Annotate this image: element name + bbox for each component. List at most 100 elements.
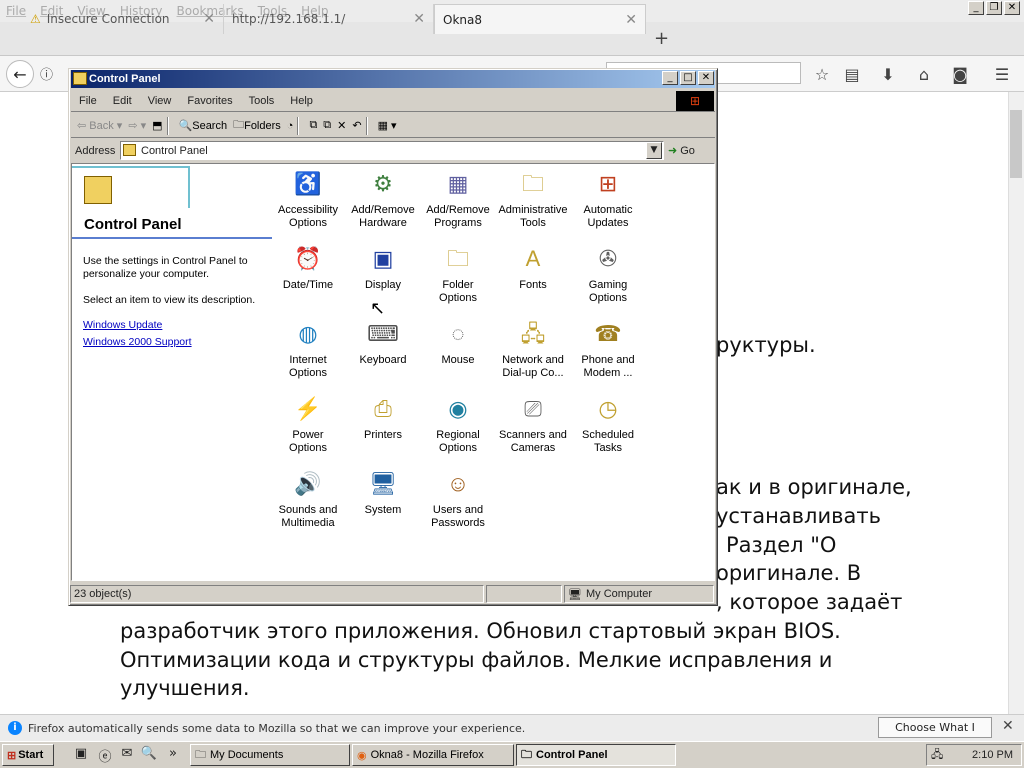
close-tab-icon[interactable]: ✕: [203, 11, 215, 27]
cp-item-label-line2: Options: [589, 292, 627, 304]
address-dropdown-button[interactable]: ▼: [646, 142, 662, 159]
show-desktop-icon[interactable]: ▣: [72, 746, 90, 764]
cp-menu-help[interactable]: Help: [290, 95, 313, 107]
taskbar-my-documents[interactable]: 🗀 My Documents: [190, 744, 350, 766]
back-arrow-icon[interactable]: ←: [6, 60, 34, 88]
cp-item[interactable]: ☺ Users and Passwords: [423, 468, 493, 530]
cp-toolbar: ⇦ Back ▾ ⇨ ▾ ⬒ 🔍 Search 🗀 Folders ◔ ⧉ ⧉ ✕ …: [71, 114, 715, 138]
cp-item-label-line2: Hardware: [359, 217, 407, 229]
cp-item[interactable]: 🖧 Network and Dial-up Co...: [498, 318, 568, 380]
search-icon[interactable]: 🔍: [140, 746, 158, 764]
cp-menu-view[interactable]: View: [148, 95, 172, 107]
close-button[interactable]: ✕: [698, 71, 714, 85]
close-icon[interactable]: ✕: [1002, 718, 1014, 734]
control-panel-titlebar[interactable]: Control Panel: [71, 70, 715, 88]
cp-item[interactable]: ⚡ Power Options: [273, 393, 343, 455]
close-tab-icon[interactable]: ✕: [625, 12, 637, 28]
go-button[interactable]: ➜ Go: [668, 141, 710, 160]
network-tray-icon[interactable]: 🖧: [931, 746, 943, 765]
up-folder-icon[interactable]: ⬒: [152, 119, 162, 132]
cp-item[interactable]: ⎙ Printers: [348, 393, 418, 442]
address-value: Control Panel: [141, 144, 208, 157]
outlook-express-icon[interactable]: ✉: [118, 746, 136, 764]
cp-menu-tools[interactable]: Tools: [249, 95, 275, 107]
cp-item[interactable]: ◷ Scheduled Tasks: [573, 393, 643, 455]
windows-flag-icon: ⊞: [7, 749, 17, 762]
delete-icon[interactable]: ✕: [337, 119, 346, 132]
internet-explorer-icon[interactable]: ⓔ: [96, 746, 114, 765]
cp-menu-file[interactable]: File: [79, 95, 97, 107]
taskbar-control-panel[interactable]: 🗀 Control Panel: [516, 744, 676, 766]
cp-item-label: Gaming: [588, 279, 628, 291]
cp-item[interactable]: ◉ Regional Options: [423, 393, 493, 455]
cp-item[interactable]: ⏰ Date/Time: [273, 243, 343, 292]
close-button[interactable]: ✕: [1004, 1, 1020, 15]
cp-menu-favorites[interactable]: Favorites: [187, 95, 232, 107]
cp-item[interactable]: ✇ Gaming Options: [573, 243, 643, 305]
gaming-icon: ✇: [598, 246, 618, 271]
cp-item[interactable]: ◌ Mouse: [423, 318, 493, 367]
address-input[interactable]: Control Panel: [120, 141, 664, 160]
cp-item[interactable]: ☎ Phone and Modem ...: [573, 318, 643, 380]
views-icon[interactable]: ▦ ▾: [378, 119, 397, 132]
cp-item[interactable]: ⚙ Add/Remove Hardware: [348, 168, 418, 230]
cp-item[interactable]: A Fonts: [498, 243, 568, 292]
go-arrow-icon: ➜: [668, 145, 678, 157]
cp-menu-edit[interactable]: Edit: [113, 95, 132, 107]
cp-item-label: Internet: [289, 354, 327, 366]
hamburger-menu-icon[interactable]: ☰: [990, 62, 1014, 86]
close-tab-icon[interactable]: ✕: [413, 11, 425, 27]
bookmark-star-icon[interactable]: ☆: [810, 62, 834, 86]
home-icon[interactable]: ⌂: [912, 62, 936, 86]
cp-item[interactable]: ⊞ Automatic Updates: [573, 168, 643, 230]
cp-item[interactable]: 🗀 Folder Options: [423, 243, 493, 305]
cp-item-label: Accessibility: [278, 204, 338, 216]
forward-button[interactable]: ⇨ ▾: [128, 119, 146, 132]
history-icon[interactable]: ◔: [287, 120, 294, 132]
pocket-icon[interactable]: ◙: [948, 62, 972, 86]
choose-what-i-share-button[interactable]: Choose What I Share: [878, 717, 992, 753]
copy-to-icon[interactable]: ⧉: [323, 119, 331, 132]
start-button[interactable]: ⊞ Start: [2, 744, 54, 766]
cp-item[interactable]: ◍ Internet Options: [273, 318, 343, 380]
admin-tools-icon: 🗀: [521, 171, 544, 196]
undo-icon[interactable]: ↶: [352, 119, 361, 132]
cp-item[interactable]: ⎚ Scanners and Cameras: [498, 393, 568, 455]
reading-list-icon[interactable]: ▤: [840, 62, 864, 86]
chevron-icon[interactable]: »: [164, 746, 182, 764]
cp-item[interactable]: ▦ Add/Remove Programs: [423, 168, 493, 230]
windows-update-link[interactable]: Windows Update: [83, 319, 162, 331]
cp-item[interactable]: 🗀 Administrative Tools: [498, 168, 568, 230]
minimize-button[interactable]: _: [662, 71, 678, 85]
tab-insecure-connection[interactable]: ⚠ Insecure Connection ✕: [22, 4, 224, 34]
back-button[interactable]: ⇦ Back ▾: [77, 119, 122, 133]
cp-item-label-line2: Tasks: [593, 442, 623, 454]
cp-item[interactable]: ▣ Display: [348, 243, 418, 292]
windows-2000-support-link[interactable]: Windows 2000 Support: [83, 336, 192, 348]
scrollbar-thumb[interactable]: [1010, 110, 1022, 178]
separator: [166, 116, 169, 135]
page-scrollbar[interactable]: [1008, 92, 1024, 714]
search-button[interactable]: 🔍 Search: [179, 119, 228, 133]
folders-button[interactable]: 🗀 Folders: [233, 116, 281, 135]
cp-item[interactable]: 🔊 Sounds and Multimedia: [273, 468, 343, 530]
new-tab-icon[interactable]: +: [654, 28, 669, 49]
cp-item-label: Printers: [364, 429, 402, 441]
tab-okna8[interactable]: Okna8 ✕: [434, 4, 646, 34]
cp-item[interactable]: 🖥 System: [348, 468, 418, 517]
info-icon[interactable]: ⓘ: [40, 64, 53, 83]
info-icon: i: [8, 721, 22, 735]
restore-button[interactable]: ❐: [986, 1, 1002, 15]
cp-item[interactable]: ⌨ Keyboard: [348, 318, 418, 367]
maximize-button[interactable]: □: [680, 71, 696, 85]
downloads-icon[interactable]: ⬇: [876, 62, 900, 86]
taskbar-firefox[interactable]: ◉ Okna8 - Mozilla Firefox: [352, 744, 514, 766]
firefox-window-controls: _ ❐ ✕: [968, 1, 1020, 15]
move-to-icon[interactable]: ⧉: [309, 119, 317, 132]
info-pane-title: Control Panel: [84, 216, 182, 233]
cp-item[interactable]: ♿ Accessibility Options: [273, 168, 343, 230]
hardware-icon: ⚙: [373, 171, 393, 196]
tab-router[interactable]: http://192.168.1.1/ ✕: [224, 4, 434, 34]
cp-item-label-line2: Cameras: [510, 442, 556, 454]
minimize-button[interactable]: _: [968, 1, 984, 15]
